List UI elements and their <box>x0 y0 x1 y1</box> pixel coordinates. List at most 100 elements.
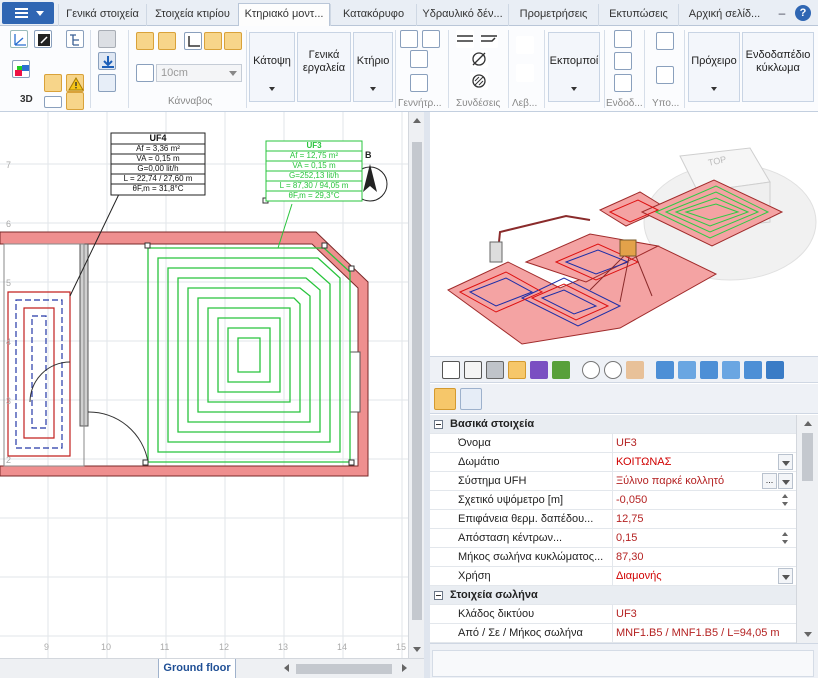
diameter-icon[interactable] <box>470 50 488 68</box>
tab-general-data[interactable]: Γενικά στοιχεία <box>58 4 146 26</box>
tab-vertical[interactable]: Κατακόρυφο <box>330 4 416 26</box>
boiler-icon[interactable] <box>400 30 418 48</box>
thickness-select[interactable]: 10cm <box>156 64 242 82</box>
snap-magnet-2-icon[interactable] <box>224 32 242 50</box>
floor-tab-ground[interactable]: Ground floor <box>158 659 236 678</box>
textured-view-icon[interactable] <box>508 361 526 379</box>
property-value[interactable]: ΚΟΙΤΩΝΑΣ <box>616 456 671 468</box>
draft-button[interactable]: Πρόχειρο <box>688 32 740 102</box>
shaded-cube-icon[interactable] <box>486 361 504 379</box>
category-pipe[interactable]: Στοιχεία σωλήνα <box>430 586 796 605</box>
printer-icon[interactable] <box>98 30 116 48</box>
file-menu-button[interactable] <box>2 2 54 24</box>
sort-az-icon[interactable] <box>486 388 508 410</box>
tab-prints[interactable]: Εκτυπώσεις <box>598 4 678 26</box>
property-value[interactable]: Ξύλινο παρκέ κολλητό <box>616 475 724 487</box>
toolbar-overflow-icon[interactable] <box>802 361 812 379</box>
property-value[interactable]: MNF1.B5 / MNF1.B5 / L=94,05 m <box>616 627 780 639</box>
refresh-view-icon[interactable] <box>552 361 570 379</box>
property-row[interactable]: Χρήση Διαμονής <box>430 567 796 586</box>
dropdown-button[interactable] <box>778 454 793 470</box>
property-row[interactable]: Όνομα UF3 <box>430 434 796 453</box>
manifold-3-icon[interactable] <box>614 74 632 92</box>
settings-gear-icon[interactable] <box>44 96 62 108</box>
building-select-icon[interactable] <box>44 74 62 92</box>
box-icon[interactable] <box>410 74 428 92</box>
scroll-right-icon[interactable] <box>402 664 407 672</box>
categorized-view-icon[interactable] <box>434 388 456 410</box>
scroll-up-icon[interactable] <box>413 118 421 123</box>
property-value[interactable]: Διαμονής <box>616 570 662 582</box>
view-right-icon[interactable] <box>722 361 740 379</box>
warning-icon[interactable] <box>66 74 84 92</box>
floor-circuit-button[interactable]: Ενδοδαπέδιο κύκλωμα <box>742 32 814 102</box>
3d-viewport[interactable]: TOP <box>430 112 818 356</box>
valve-icon[interactable] <box>516 64 534 82</box>
help-icon[interactable]: ? <box>795 5 811 21</box>
property-value[interactable]: 0,15 <box>616 532 637 544</box>
import-icon[interactable] <box>98 52 116 70</box>
view-iso-icon[interactable] <box>766 361 784 379</box>
property-row[interactable]: Επιφάνεια θερμ. δαπέδου... 12,75 <box>430 510 796 529</box>
view-back-icon[interactable] <box>678 361 696 379</box>
scroll-thumb[interactable] <box>802 433 813 481</box>
property-value[interactable]: 12,75 <box>616 513 644 525</box>
grid-toggle-icon[interactable] <box>136 32 154 50</box>
ortho-icon[interactable] <box>184 32 202 50</box>
window-icon[interactable] <box>66 92 84 110</box>
uf4-info-box[interactable]: UF4 Af = 3,36 m² VA = 0,15 m G=0,00 lit/… <box>111 133 205 194</box>
property-value[interactable]: UF3 <box>616 608 637 620</box>
dropdown-button[interactable] <box>778 473 793 489</box>
tab-building-data[interactable]: Στοιχεία κτιρίου <box>146 4 238 26</box>
ellipsis-button[interactable]: ... <box>762 473 777 489</box>
property-row[interactable]: Σχετικό υψόμετρο [m] -0,050 <box>430 491 796 510</box>
radiator-icon[interactable] <box>516 36 534 54</box>
property-row[interactable]: Σύστημα UFH Ξύλινο παρκέ κολλητό ... <box>430 472 796 491</box>
property-grid-scrollbar[interactable] <box>796 415 818 643</box>
calculator-icon[interactable] <box>656 32 674 50</box>
pipe-line-icon[interactable] <box>456 30 474 48</box>
general-tools-button[interactable]: Γενικά εργαλεία <box>297 32 351 102</box>
plan-view-button[interactable]: Κάτοψη <box>249 32 295 102</box>
view-front-icon[interactable] <box>656 361 674 379</box>
collapse-toggle-icon[interactable] <box>434 591 443 600</box>
wireframe-cube-icon[interactable] <box>442 361 460 379</box>
tab-home-page[interactable]: Αρχική σελίδ... <box>678 4 770 26</box>
collapse-all-icon[interactable] <box>538 388 560 410</box>
zoom-in-icon[interactable] <box>604 361 622 379</box>
property-row[interactable]: Κλάδος δικτύου UF3 <box>430 605 796 624</box>
property-value[interactable]: -0,050 <box>616 494 647 506</box>
snap-magnet-icon[interactable] <box>204 32 222 50</box>
plan-vertical-scrollbar[interactable] <box>408 112 424 658</box>
scroll-down-icon[interactable] <box>804 632 812 637</box>
category-basic[interactable]: Βασικά στοιχεία <box>430 415 796 434</box>
layers-icon[interactable] <box>12 60 30 78</box>
hidden-line-cube-icon[interactable] <box>464 361 482 379</box>
axes-icon[interactable] <box>10 30 28 48</box>
tab-building-model[interactable]: Κτηριακό μοντ... <box>238 3 330 27</box>
expand-all-icon[interactable] <box>512 388 534 410</box>
uf3-info-box[interactable]: UF3 Af = 12,75 m² VA = 0,15 m G=252,13 l… <box>266 141 362 201</box>
property-value[interactable]: 87,30 <box>616 551 644 563</box>
property-row[interactable]: Δωμάτιο ΚΟΙΤΩΝΑΣ <box>430 453 796 472</box>
color-cube-icon[interactable] <box>530 361 548 379</box>
horizontal-scroll-thumb[interactable] <box>296 664 392 674</box>
hatch-icon[interactable] <box>470 72 488 90</box>
tab-measurements[interactable]: Προμετρήσεις <box>508 4 598 26</box>
emitters-button[interactable]: Εκπομποί <box>548 32 600 102</box>
scroll-thumb[interactable] <box>412 142 422 620</box>
pipe-arrow-icon[interactable] <box>480 30 498 48</box>
property-value[interactable]: UF3 <box>616 437 637 449</box>
scroll-left-icon[interactable] <box>284 664 289 672</box>
property-row[interactable]: Από / Σε / Μήκος σωλήνα MNF1.B5 / MNF1.B… <box>430 624 796 643</box>
property-row[interactable]: Απόσταση κέντρων... 0,15 <box>430 529 796 548</box>
pan-hand-icon[interactable] <box>626 361 644 379</box>
building-button[interactable]: Κτήριο <box>353 32 393 102</box>
fullscreen-icon[interactable] <box>34 30 52 48</box>
minimize-ribbon-button[interactable]: – <box>774 5 790 21</box>
table-icon[interactable] <box>98 74 116 92</box>
tab-hydraulic-network[interactable]: Υδραυλικό δέν... <box>416 4 508 26</box>
collapse-toggle-icon[interactable] <box>434 420 443 429</box>
scroll-down-icon[interactable] <box>413 647 421 652</box>
spinner-icon[interactable] <box>782 530 790 546</box>
